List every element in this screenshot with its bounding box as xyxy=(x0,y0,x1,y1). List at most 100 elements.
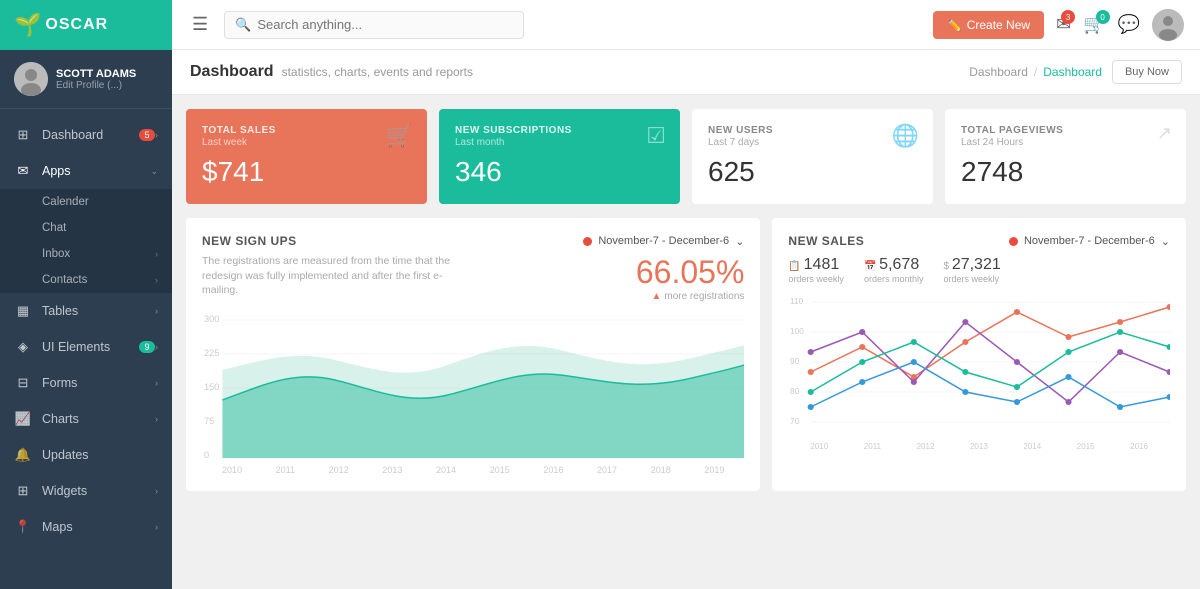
stat-value-pageviews: 2748 xyxy=(961,156,1170,188)
signups-big-sub: ▲ more registrations xyxy=(636,291,745,302)
x-label: 2011 xyxy=(864,442,881,451)
chevron-right-icon: › xyxy=(155,414,158,424)
sidebar-item-label: Maps xyxy=(42,520,155,534)
sidebar-item-contacts[interactable]: Contacts › xyxy=(0,267,172,293)
x-label: 2016 xyxy=(543,465,563,475)
tables-icon: ▦ xyxy=(14,303,32,319)
sales-stat-label-0: orders weekly xyxy=(788,274,844,284)
sales-stat-monthly: 📅 5,678 orders monthly xyxy=(864,256,924,284)
svg-text:150: 150 xyxy=(204,382,219,392)
x-label: 2010 xyxy=(810,442,828,451)
sidebar-item-inbox[interactable]: Inbox › xyxy=(0,241,172,267)
x-label: 2016 xyxy=(1130,442,1148,451)
user-name: SCOTT ADAMS xyxy=(56,68,136,80)
stat-card-total-sales: 🛒 TOTAL SALES Last week $741 xyxy=(186,109,427,204)
x-label: 2012 xyxy=(329,465,349,475)
contacts-label: Contacts xyxy=(42,274,87,286)
signups-big-value: 66.05% xyxy=(636,254,745,291)
chevron-right-icon: › xyxy=(155,486,158,496)
calendar-icon: 📅 5,678 xyxy=(864,256,924,274)
chevron-right-icon: › xyxy=(155,275,158,285)
chat-label: Chat xyxy=(42,222,66,234)
stat-card-subscriptions: ☑ NEW SUBSCRIPTIONS Last month 346 xyxy=(439,109,680,204)
cart-icon[interactable]: 🛒 0 xyxy=(1083,14,1105,35)
stat-value-total-sales: $741 xyxy=(202,156,411,188)
topbar-right: ✏️ Create New ✉ 3 🛒 0 💬 xyxy=(933,9,1184,41)
search-input[interactable] xyxy=(257,17,513,32)
sales-chart-title: NEW SALES xyxy=(788,234,864,248)
sidebar: 🌱 OSCAR SCOTT ADAMS Edit Profile (...) ⊞… xyxy=(0,0,172,589)
sidebar-item-dashboard[interactable]: ⊞ Dashboard 5 › xyxy=(0,117,172,153)
logo-text: OSCAR xyxy=(45,16,108,34)
stat-label-subscriptions: NEW SUBSCRIPTIONS xyxy=(455,125,664,136)
chevron-down-icon: ⌄ xyxy=(150,166,158,177)
signups-chart-title: NEW SIGN UPS xyxy=(202,234,297,248)
sales-stat-label-1: orders monthly xyxy=(864,274,924,284)
x-label: 2015 xyxy=(490,465,510,475)
buy-now-button[interactable]: Buy Now xyxy=(1112,60,1182,84)
x-label: 2014 xyxy=(1023,442,1041,451)
sidebar-item-charts[interactable]: 📈 Charts › xyxy=(0,401,172,437)
signups-area-chart: 300 225 150 75 0 xyxy=(202,310,744,475)
apps-sub-nav: Calender Chat Inbox › Contacts › xyxy=(0,189,172,293)
orders-icon: 📋 1481 xyxy=(788,256,844,274)
sales-stat-value-2: 27,321 xyxy=(952,256,1001,273)
sidebar-item-maps[interactable]: 📍 Maps › xyxy=(0,509,172,545)
breadcrumb: Dashboard / Dashboard xyxy=(969,65,1102,79)
topbar: ☰ 🔍 ✏️ Create New ✉ 3 🛒 0 💬 xyxy=(172,0,1200,50)
x-label: 2012 xyxy=(917,442,935,451)
trending-stat-icon: ↗ xyxy=(1157,123,1172,144)
x-label: 2019 xyxy=(704,465,724,475)
sidebar-item-apps[interactable]: ✉ Apps ⌄ xyxy=(0,153,172,189)
stat-sublabel-users: Last 7 days xyxy=(708,137,917,148)
dashboard-icon: ⊞ xyxy=(14,127,32,143)
sidebar-item-forms[interactable]: ⊟ Forms › xyxy=(0,365,172,401)
cart-badge: 0 xyxy=(1096,10,1110,24)
stat-sublabel-total-sales: Last week xyxy=(202,137,411,148)
user-edit[interactable]: Edit Profile (...) xyxy=(56,80,136,91)
sidebar-item-widgets[interactable]: ⊞ Widgets › xyxy=(0,473,172,509)
x-label: 2010 xyxy=(222,465,242,475)
sidebar-nav: ⊞ Dashboard 5 › ✉ Apps ⌄ Calender Chat I… xyxy=(0,109,172,589)
svg-text:0: 0 xyxy=(204,450,209,460)
globe-stat-icon: 🌐 xyxy=(892,123,919,149)
menu-button[interactable]: ☰ xyxy=(188,10,212,39)
sidebar-item-ui-elements[interactable]: ◈ UI Elements 9 › xyxy=(0,329,172,365)
signups-date-selector[interactable]: November-7 - December-6 ⌄ xyxy=(583,235,744,248)
chevron-right-icon: › xyxy=(155,306,158,316)
stats-row: 🛒 TOTAL SALES Last week $741 ☑ NEW SUBSC… xyxy=(186,109,1186,204)
topbar-avatar[interactable] xyxy=(1152,9,1184,41)
sidebar-item-label: Tables xyxy=(42,304,155,318)
sales-stat-weekly: 📋 1481 orders weekly xyxy=(788,256,844,284)
mail-badge: 3 xyxy=(1061,10,1075,24)
sidebar-item-label: Widgets xyxy=(42,484,155,498)
svg-text:90: 90 xyxy=(790,357,800,366)
x-label: 2015 xyxy=(1077,442,1095,451)
inbox-label: Inbox xyxy=(42,248,70,260)
stat-sublabel-pageviews: Last 24 Hours xyxy=(961,137,1170,148)
stat-label-users: NEW USERS xyxy=(708,125,917,136)
updates-icon: 🔔 xyxy=(14,447,32,463)
create-new-button[interactable]: ✏️ Create New xyxy=(933,11,1044,39)
sidebar-item-label: Charts xyxy=(42,412,155,426)
x-label: 2014 xyxy=(436,465,456,475)
sidebar-item-calender[interactable]: Calender xyxy=(0,189,172,215)
sidebar-item-label: Forms xyxy=(42,376,155,390)
sidebar-item-chat[interactable]: Chat xyxy=(0,215,172,241)
sidebar-item-updates[interactable]: 🔔 Updates xyxy=(0,437,172,473)
sidebar-item-tables[interactable]: ▦ Tables › xyxy=(0,293,172,329)
x-label: 2013 xyxy=(970,442,988,451)
sales-stat-value-1: 5,678 xyxy=(879,256,919,273)
stat-label-total-sales: TOTAL SALES xyxy=(202,125,411,136)
chevron-right-icon: › xyxy=(155,249,158,259)
avatar xyxy=(14,62,48,96)
sales-date-selector[interactable]: November-7 - December-6 ⌄ xyxy=(1009,235,1170,248)
chevron-right-icon: › xyxy=(155,522,158,532)
mail-icon[interactable]: ✉ 3 xyxy=(1056,14,1071,35)
dollar-icon: $ 27,321 xyxy=(943,256,1000,274)
chat-icon[interactable]: 💬 xyxy=(1118,14,1140,35)
x-label: 2013 xyxy=(382,465,402,475)
page-title-area: Dashboard statistics, charts, events and… xyxy=(190,63,473,81)
create-icon: ✏️ xyxy=(947,18,962,32)
chevron-right-icon: › xyxy=(155,130,158,140)
